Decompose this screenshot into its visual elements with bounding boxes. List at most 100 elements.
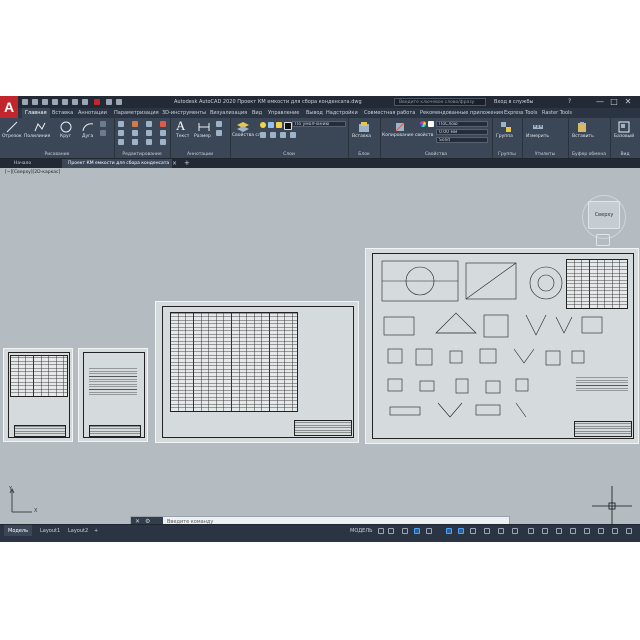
- tab-express-tools[interactable]: Express Tools: [504, 108, 537, 118]
- table-icon[interactable]: [216, 130, 222, 136]
- object-snap-icon[interactable]: [446, 528, 452, 534]
- snap-icon[interactable]: [388, 528, 394, 534]
- layer-match-icon[interactable]: [260, 132, 266, 138]
- scale-icon[interactable]: [132, 139, 138, 145]
- text-button[interactable]: Текст: [176, 134, 189, 139]
- web-mobile-icon[interactable]: [62, 99, 68, 105]
- maximize-button[interactable]: □: [608, 96, 620, 108]
- color-wheel-icon[interactable]: [420, 121, 426, 127]
- isolate-objects-icon[interactable]: [598, 528, 604, 534]
- ortho-icon[interactable]: [402, 528, 408, 534]
- layer-off-icon[interactable]: [290, 132, 296, 138]
- tab-collaborate[interactable]: Совместная работа: [364, 108, 415, 118]
- polyline-button[interactable]: Полилиния: [24, 134, 50, 139]
- drawing-area[interactable]: [−][Сверху][2D-каркас] Сверху Y X ✕ ⚙ Вв…: [0, 168, 640, 527]
- circle-button[interactable]: Круг: [60, 134, 71, 139]
- layer-isolate-icon[interactable]: [270, 132, 276, 138]
- wcs-icon[interactable]: [596, 234, 610, 246]
- arc-button[interactable]: Дуга: [82, 134, 93, 139]
- tab-view[interactable]: Вид: [252, 108, 262, 118]
- lineweight-dropdown[interactable]: 0.00 мм: [436, 129, 488, 135]
- tab-manage[interactable]: Управление: [268, 108, 299, 118]
- group-button[interactable]: Группа: [496, 134, 513, 139]
- open-file-icon[interactable]: [32, 99, 38, 105]
- tab-insert[interactable]: Вставка: [52, 108, 73, 118]
- trim-icon[interactable]: [146, 121, 152, 127]
- offset-icon[interactable]: [160, 139, 166, 145]
- tab-3d-tools[interactable]: 3D-инструменты: [162, 108, 206, 118]
- units-icon[interactable]: [584, 528, 590, 534]
- move-icon[interactable]: [118, 121, 124, 127]
- customization-menu-icon[interactable]: [626, 528, 632, 534]
- tab-parametric[interactable]: Параметризация: [114, 108, 159, 118]
- leader-icon[interactable]: [216, 121, 222, 127]
- object-tracking-icon[interactable]: [458, 528, 464, 534]
- close-tab-icon[interactable]: ×: [172, 159, 177, 168]
- insert-block-button[interactable]: Вставка: [352, 134, 371, 139]
- help-icon[interactable]: ?: [568, 96, 571, 108]
- layer-lock-icon[interactable]: [276, 122, 282, 128]
- layer-color-icon[interactable]: [284, 122, 292, 130]
- hatch-icon[interactable]: [100, 130, 106, 136]
- undo-icon[interactable]: [106, 99, 112, 105]
- paste-button[interactable]: Вставить: [572, 134, 594, 139]
- lineweight-icon[interactable]: [470, 528, 476, 534]
- tab-start[interactable]: Начало: [8, 159, 37, 168]
- signin-button[interactable]: Вход в службы: [494, 96, 533, 108]
- plot-icon[interactable]: [82, 99, 88, 105]
- base-view-button[interactable]: Базовый: [614, 134, 634, 139]
- tab-home[interactable]: Главная: [22, 108, 50, 118]
- transparency-icon[interactable]: [484, 528, 490, 534]
- annotation-scale-icon[interactable]: [512, 528, 518, 534]
- fillet-icon[interactable]: [146, 130, 152, 136]
- tab-visualize[interactable]: Визуализация: [210, 108, 247, 118]
- stretch-icon[interactable]: [118, 139, 124, 145]
- annotation-monitor-icon[interactable]: [570, 528, 576, 534]
- match-properties-button[interactable]: Копирование свойств: [382, 133, 433, 138]
- clean-screen-icon[interactable]: [612, 528, 618, 534]
- search-input[interactable]: Введите ключевое слово/фразу: [394, 98, 486, 106]
- grid-icon[interactable]: [378, 528, 384, 534]
- array-icon[interactable]: [146, 139, 152, 145]
- viewport-controls[interactable]: [−][Сверху][2D-каркас]: [5, 170, 60, 175]
- settings-gear-icon[interactable]: [556, 528, 562, 534]
- text-icon: A: [176, 118, 186, 133]
- measure-button[interactable]: Измерить: [526, 134, 549, 139]
- share-icon[interactable]: [94, 99, 100, 105]
- minimize-button[interactable]: —: [594, 96, 606, 108]
- layer-previous-icon[interactable]: [280, 132, 286, 138]
- tab-current-drawing[interactable]: Проект КМ емкости для сбора конденсата: [62, 159, 172, 168]
- copy-icon[interactable]: [118, 130, 124, 136]
- erase-icon[interactable]: [160, 121, 166, 127]
- tab-featured-apps[interactable]: Рекомендованные приложения: [420, 108, 503, 118]
- rectangle-icon[interactable]: [100, 121, 106, 127]
- mirror-icon[interactable]: [132, 130, 138, 136]
- new-file-icon[interactable]: [22, 99, 28, 105]
- save-icon[interactable]: [42, 99, 48, 105]
- layer-dropdown[interactable]: По умолчанию: [292, 121, 346, 127]
- explode-icon[interactable]: [160, 130, 166, 136]
- tab-output[interactable]: Вывод: [306, 108, 323, 118]
- print-icon[interactable]: [72, 99, 78, 105]
- tab-annotate[interactable]: Аннотации: [78, 108, 107, 118]
- dimension-button[interactable]: Размер: [194, 134, 211, 139]
- workspace-icon[interactable]: [542, 528, 548, 534]
- isodraft-icon[interactable]: [426, 528, 432, 534]
- redo-icon[interactable]: [116, 99, 122, 105]
- layer-on-icon[interactable]: [260, 122, 266, 128]
- tab-raster-tools[interactable]: Raster Tools: [542, 108, 572, 118]
- color-dropdown[interactable]: ПоСлою: [436, 121, 488, 127]
- linetype-dropdown[interactable]: Solid: [436, 137, 488, 143]
- new-tab-button[interactable]: +: [184, 159, 190, 168]
- rotate-icon[interactable]: [132, 121, 138, 127]
- close-window-button[interactable]: ✕: [622, 96, 634, 108]
- viewcube[interactable]: Сверху: [588, 201, 620, 229]
- tab-addins[interactable]: Надстройки: [326, 108, 358, 118]
- autocad-logo-icon[interactable]: A: [0, 96, 18, 120]
- polar-icon[interactable]: [414, 528, 420, 534]
- selection-cycling-icon[interactable]: [498, 528, 504, 534]
- annotation-visibility-icon[interactable]: [528, 528, 534, 534]
- line-button[interactable]: Отрезок: [2, 134, 22, 139]
- save-as-icon[interactable]: [52, 99, 58, 105]
- layer-freeze-icon[interactable]: [268, 122, 274, 128]
